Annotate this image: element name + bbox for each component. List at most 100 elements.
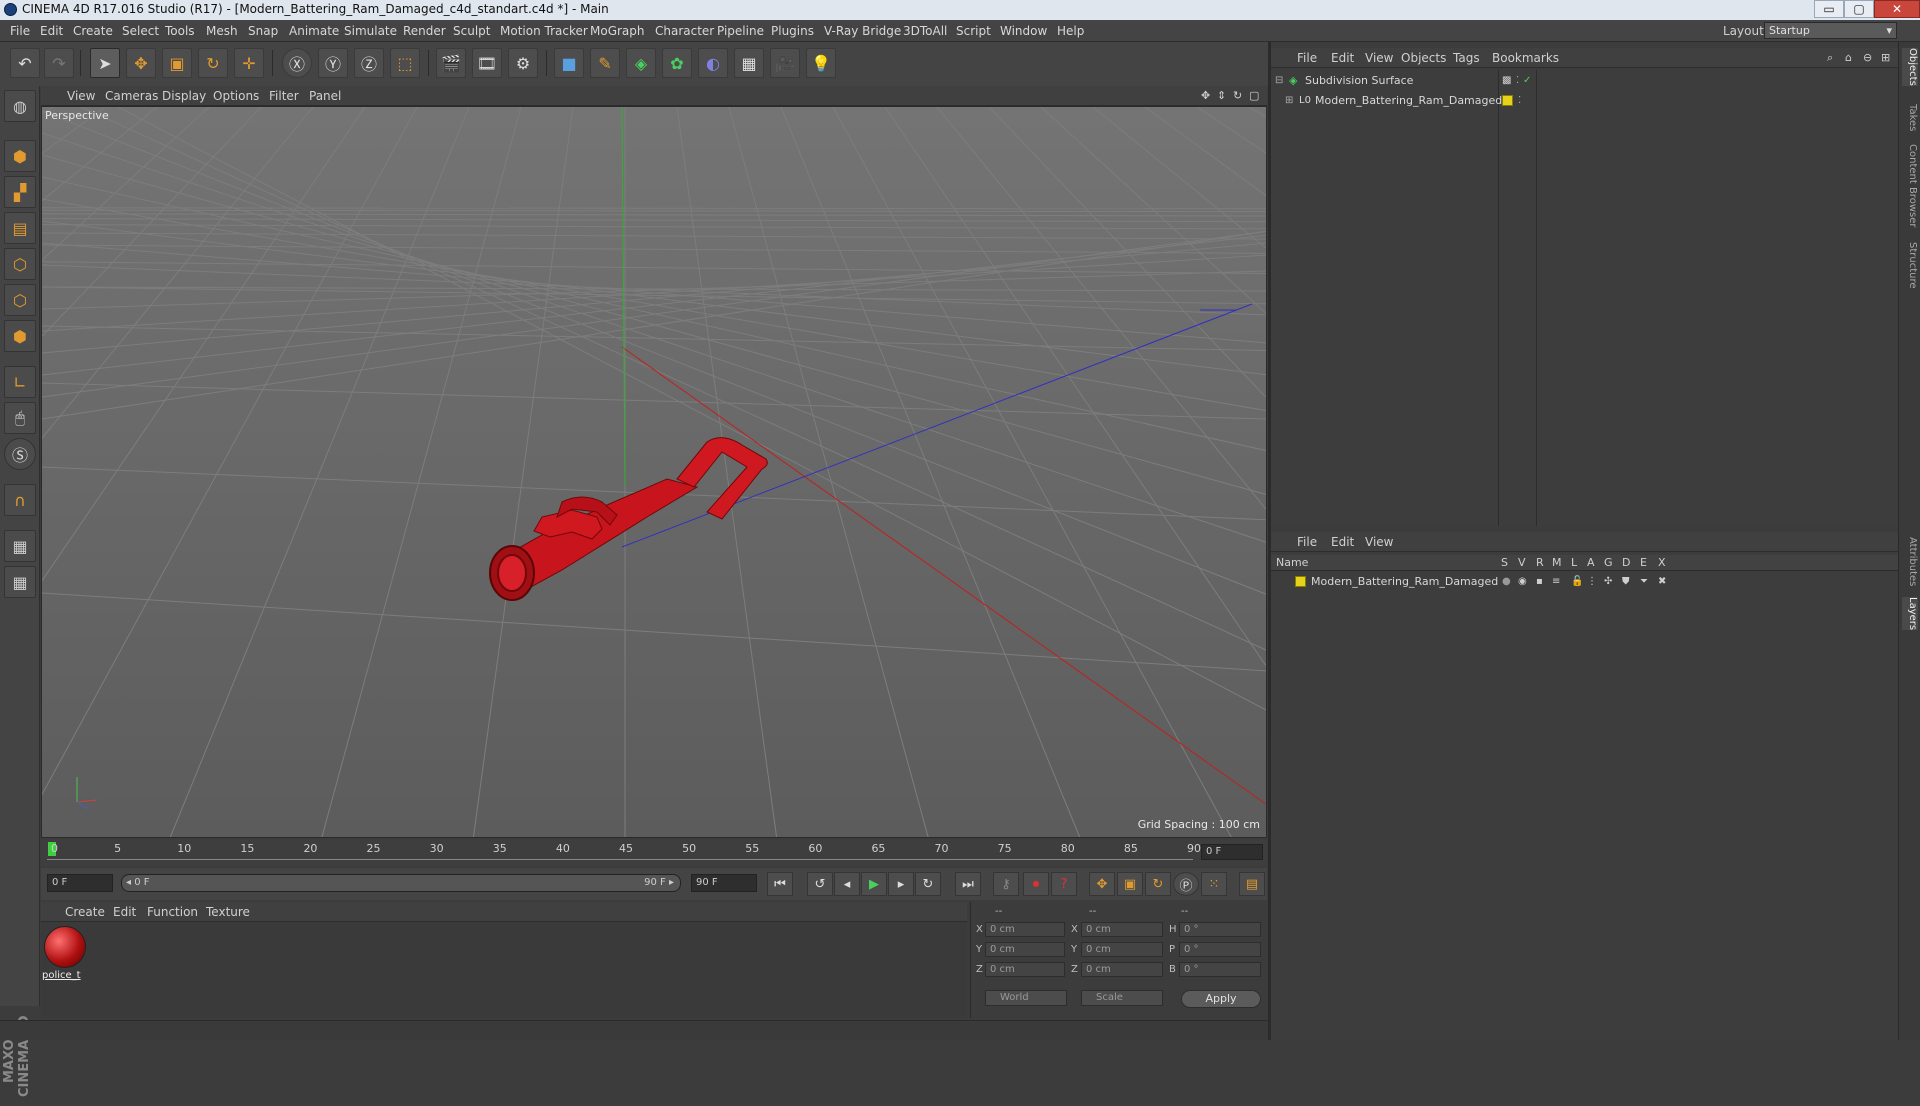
key-position-button[interactable]: ✥ [1089,872,1115,896]
menu-create[interactable]: Create [73,24,113,38]
magnet-button[interactable]: ∩ [4,484,36,516]
menu-animate[interactable]: Animate [289,24,339,38]
search-icon[interactable]: ⌕ [1827,51,1833,65]
material-menu-create[interactable]: Create [65,905,105,919]
render-settings-button[interactable]: ⚙ [508,48,538,78]
viewport-menu-display[interactable]: Display [162,89,206,103]
key-parameter-button[interactable]: Ⓟ [1173,872,1199,896]
menu-mograph[interactable]: MoGraph [590,24,645,38]
viewport-menu-cameras[interactable]: Cameras [105,89,158,103]
autokey-button[interactable]: ? [1051,872,1077,896]
home-icon[interactable]: ⌂ [1845,51,1852,64]
undo-button[interactable]: ↶ [10,48,40,78]
menu-vray-bridge[interactable]: V-Ray Bridge [824,24,901,38]
points-mode-button[interactable]: ⬡ [4,248,36,280]
menu-motion-tracker[interactable]: Motion Tracker [500,24,588,38]
goto-start-button[interactable]: ⏮ [767,872,793,896]
om-menu-file[interactable]: File [1297,51,1317,65]
add-mograph-button[interactable]: ✿ [662,48,692,78]
scale-tool-button[interactable]: ▣ [162,48,192,78]
layout-select[interactable]: Startup ▾ [1764,22,1897,39]
tab-takes[interactable]: Takes [1902,104,1918,131]
tweak-mode-button[interactable]: 🖱 [4,402,36,434]
enabled-check-icon[interactable]: ✓ [1523,72,1531,90]
animation-icon[interactable]: ⋮ [1587,573,1597,591]
render-picture-viewer-button[interactable]: 🎞 [472,48,502,78]
material-menu-edit[interactable]: Edit [113,905,136,919]
move-tool-button[interactable]: ✥ [126,48,156,78]
om-menu-view[interactable]: View [1365,51,1393,65]
deformer-icon[interactable]: ⛊ [1622,573,1630,591]
add-cube-button[interactable]: ■ [554,48,584,78]
render-icon[interactable]: ▪ [1536,573,1543,591]
om-menu-objects[interactable]: Objects [1401,51,1446,65]
tab-layers[interactable]: Layers [1902,597,1918,631]
add-deformer-button[interactable]: ◐ [698,48,728,78]
current-frame-field[interactable]: 0 F [1201,844,1263,860]
tab-attributes[interactable]: Attributes [1902,537,1918,586]
add-light-button[interactable]: 💡 [806,48,836,78]
om-menu-bookmarks[interactable]: Bookmarks [1492,51,1559,65]
position-y-field[interactable]: 0 cm [985,942,1065,957]
next-key-button[interactable]: ↻ [915,872,941,896]
texture-mode-button[interactable]: ▞ [4,176,36,208]
coordinate-system-button[interactable]: ⬚ [390,48,420,78]
viewport-maximize-icon[interactable]: ▢ [1249,89,1259,102]
coordinate-mode-select[interactable]: World [985,990,1067,1006]
menu-render[interactable]: Render [403,24,446,38]
object-row[interactable]: ⊟ ◈ Subdivision Surface ▩ ⁚ ✓ [1271,72,1898,90]
layer-row[interactable]: Modern_Battering_Ram_Damaged ● ◉ ▪ ≡ 🔓 ⋮… [1271,573,1898,591]
key-rotation-button[interactable]: ↻ [1145,872,1171,896]
xref-icon[interactable]: ✖ [1658,573,1666,591]
goto-end-button[interactable]: ⏭ [955,872,981,896]
menu-pipeline[interactable]: Pipeline [717,24,764,38]
rotation-h-field[interactable]: 0 ° [1179,922,1261,937]
snap-button[interactable]: Ⓢ [4,438,36,470]
add-camera-button[interactable]: 🎥 [770,48,800,78]
keyframe-selection-button[interactable]: ⚷ [993,872,1019,896]
new-window-icon[interactable]: ⊞ [1881,51,1890,64]
viewport-menu-filter[interactable]: Filter [269,89,299,103]
link-icon[interactable]: ⊖ [1863,51,1872,64]
viewport-menu-view[interactable]: View [67,89,95,103]
edges-mode-button[interactable]: ⬡ [4,284,36,316]
timeline-ruler[interactable]: 0 5 10 15 20 25 30 35 40 45 50 55 60 65 70 75 80 85 90 0 F [41,840,1267,866]
close-button[interactable]: ✕ [1874,0,1920,18]
menu-character[interactable]: Character [655,24,714,38]
add-floor-button[interactable]: ▦ [734,48,764,78]
expand-icon[interactable]: ⊞ [1285,92,1293,110]
om-menu-tags[interactable]: Tags [1453,51,1480,65]
prev-key-button[interactable]: ↺ [807,872,833,896]
next-frame-button[interactable]: ▸ [888,872,914,896]
redo-button[interactable]: ↷ [44,48,74,78]
rotate-tool-button[interactable]: ↻ [198,48,228,78]
layer-color-swatch[interactable] [1295,576,1306,587]
start-frame-field[interactable]: 0 F [47,874,113,892]
planar-workplane-button[interactable]: ▦ [4,566,36,598]
menu-edit[interactable]: Edit [40,24,63,38]
position-z-field[interactable]: 0 cm [985,962,1065,977]
generator-icon[interactable]: ✣ [1604,573,1612,591]
object-row[interactable]: ⊞ L0 Modern_Battering_Ram_Damaged ⁚ [1271,92,1898,110]
menu-script[interactable]: Script [956,24,991,38]
end-frame-field[interactable]: 90 F [691,874,757,892]
key-scale-button[interactable]: ▣ [1117,872,1143,896]
live-selection-button[interactable]: ✛ [234,48,264,78]
menu-tools[interactable]: Tools [165,24,195,38]
size-y-field[interactable]: 0 cm [1081,942,1163,957]
key-pla-button[interactable]: ⁙ [1201,872,1227,896]
add-spline-button[interactable]: ✎ [590,48,620,78]
viewport-menu-options[interactable]: Options [213,89,259,103]
viewport-menu-panel[interactable]: Panel [309,89,341,103]
material-menu-function[interactable]: Function [147,905,198,919]
prev-frame-button[interactable]: ◂ [834,872,860,896]
lm-menu-file[interactable]: File [1297,535,1317,549]
select-tool-button[interactable]: ➤ [90,48,120,78]
make-editable-button[interactable]: ◍ [4,90,36,122]
maximize-button[interactable]: ▢ [1844,0,1874,18]
lm-menu-edit[interactable]: Edit [1331,535,1354,549]
eye-icon[interactable]: ◉ [1518,573,1527,591]
x-axis-lock-button[interactable]: Ⓧ [282,48,312,78]
workplane-button[interactable]: ▤ [4,212,36,244]
tab-content-browser[interactable]: Content Browser [1902,144,1918,227]
